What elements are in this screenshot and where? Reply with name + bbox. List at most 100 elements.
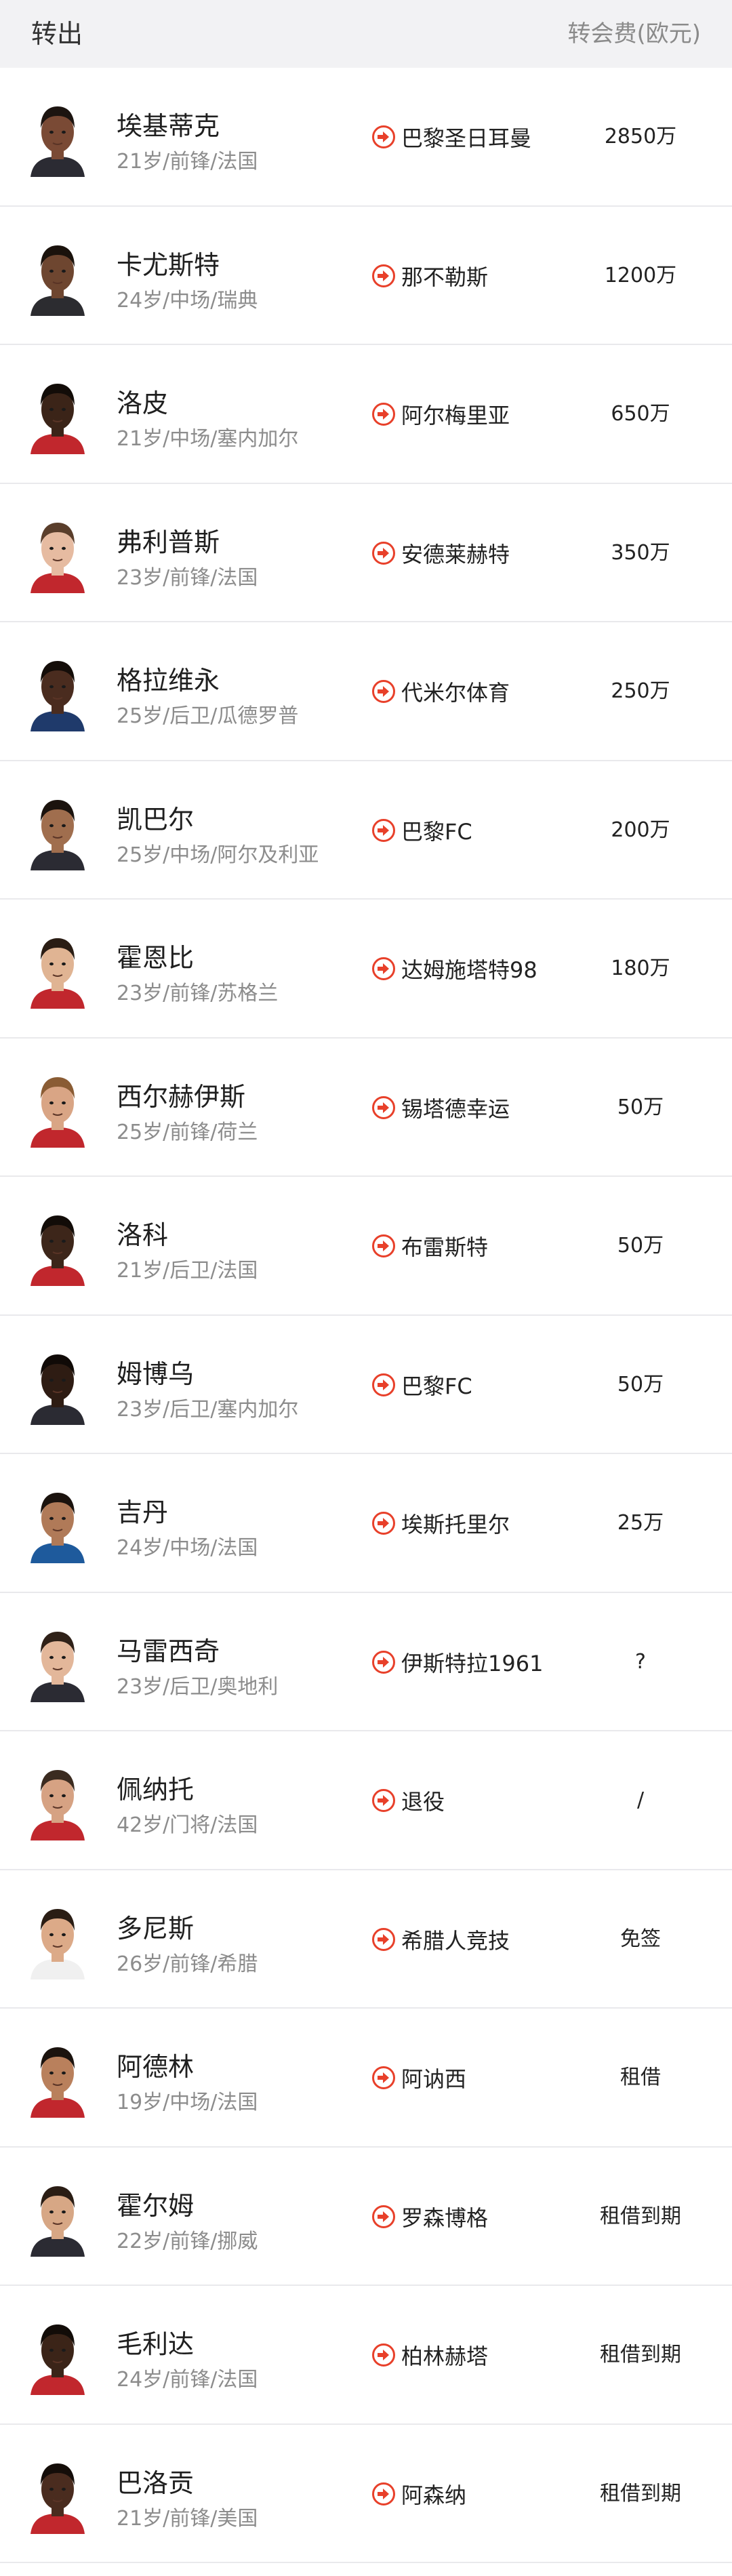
- player-info: 23岁/后卫/塞内加尔: [117, 1397, 299, 1422]
- transfer-fee: 50万: [617, 1095, 664, 1119]
- player-info: 21岁/中场/塞内加尔: [117, 427, 299, 451]
- player-info: 22岁/前锋/挪威: [117, 2229, 258, 2253]
- list-item[interactable]: 洛科 21岁/后卫/法国 布雷斯特 50万: [0, 1177, 732, 1316]
- destination-club[interactable]: 达姆施塔特98: [371, 900, 537, 1038]
- page-title: 转出: [31, 19, 83, 49]
- destination-club-name: 那不勒斯: [401, 264, 489, 290]
- transfer-fee: 350万: [611, 540, 670, 565]
- destination-club[interactable]: 安德莱赫特: [371, 484, 510, 622]
- arrow-right-circle-icon: [371, 264, 396, 288]
- player-info: 25岁/中场/阿尔及利亚: [117, 843, 319, 867]
- player-name: 吉丹: [117, 1497, 169, 1527]
- destination-club[interactable]: 巴黎FC: [371, 1316, 472, 1454]
- player-avatar: [27, 97, 88, 177]
- destination-club[interactable]: 伊斯特拉1961: [371, 1593, 543, 1731]
- player-avatar: [27, 1345, 88, 1425]
- transfer-fee: 租借到期: [600, 2204, 681, 2228]
- destination-club-name: 柏林赫塔: [401, 2343, 489, 2369]
- player-avatar: [27, 790, 88, 870]
- transfer-fee: 免签: [620, 1927, 661, 1951]
- player-name: 霍恩比: [117, 943, 195, 973]
- transfer-fee: 租借到期: [600, 2343, 681, 2367]
- list-item[interactable]: 霍尔姆 22岁/前锋/挪威 罗森博格 租借到期: [0, 2148, 732, 2286]
- list-item[interactable]: 吉丹 24岁/中场/法国 埃斯托里尔 25万: [0, 1454, 732, 1593]
- list-item[interactable]: 马雷西奇 23岁/后卫/奥地利 伊斯特拉1961?: [0, 1593, 732, 1731]
- list-item[interactable]: 卡尤斯特 24岁/中场/瑞典 那不勒斯 1200万: [0, 207, 732, 345]
- player-name: 佩纳托: [117, 1775, 195, 1805]
- destination-club[interactable]: 柏林赫塔: [371, 2286, 488, 2424]
- destination-club[interactable]: 锡塔德幸运: [371, 1039, 510, 1177]
- destination-club[interactable]: 巴黎FC: [371, 761, 472, 900]
- destination-club[interactable]: 阿尔梅里亚: [371, 345, 510, 483]
- player-avatar: [27, 2315, 88, 2395]
- destination-club-name: 安德莱赫特: [401, 541, 510, 567]
- list-item[interactable]: 毛利达 24岁/前锋/法国 柏林赫塔 租借到期: [0, 2286, 732, 2425]
- destination-club[interactable]: 代米尔体育: [371, 622, 510, 761]
- destination-club-name: 代米尔体育: [401, 680, 510, 706]
- destination-club[interactable]: 罗森博格: [371, 2148, 488, 2286]
- destination-club-name: 达姆施塔特98: [401, 957, 537, 983]
- player-name: 姆博乌: [117, 1359, 195, 1389]
- player-info: 42岁/门将/法国: [117, 1813, 258, 1837]
- player-name: 毛利达: [117, 2329, 195, 2359]
- arrow-right-circle-icon: [371, 679, 396, 704]
- player-name: 洛皮: [117, 388, 169, 418]
- player-name: 埃基蒂克: [117, 111, 220, 141]
- destination-club[interactable]: 阿森纳: [371, 2425, 466, 2563]
- transfer-fee: 1200万: [604, 263, 677, 287]
- destination-club-name: 阿森纳: [401, 2482, 467, 2508]
- list-item[interactable]: 格拉维永 25岁/后卫/瓜德罗普 代米尔体育 250万: [0, 622, 732, 761]
- destination-club[interactable]: 布雷斯特: [371, 1177, 488, 1315]
- destination-club-name: 锡塔德幸运: [401, 1095, 510, 1122]
- arrow-right-circle-icon: [371, 2205, 396, 2229]
- player-info: 19岁/中场/法国: [117, 2091, 258, 2114]
- list-item[interactable]: 姆博乌 23岁/后卫/塞内加尔 巴黎FC 50万: [0, 1316, 732, 1454]
- list-item[interactable]: 西尔赫伊斯 25岁/前锋/荷兰 锡塔德幸运 50万: [0, 1039, 732, 1177]
- list-item[interactable]: 霍恩比 23岁/前锋/苏格兰 达姆施塔特98 180万: [0, 900, 732, 1039]
- player-info: 23岁/前锋/苏格兰: [117, 982, 279, 1005]
- player-info: 24岁/中场/法国: [117, 1536, 258, 1560]
- player-info: 24岁/中场/瑞典: [117, 288, 258, 313]
- arrow-right-circle-icon: [371, 402, 396, 426]
- arrow-right-circle-icon: [371, 2066, 396, 2090]
- list-item[interactable]: 弗利普斯 23岁/前锋/法国 安德莱赫特 350万: [0, 484, 732, 622]
- player-avatar: [27, 651, 88, 731]
- player-info: 25岁/前锋/荷兰: [117, 1120, 258, 1144]
- player-name: 洛科: [117, 1220, 169, 1250]
- transfer-fee: ?: [635, 1649, 646, 1674]
- player-avatar: [27, 2177, 88, 2257]
- transfer-fee: 180万: [611, 957, 670, 980]
- destination-club[interactable]: 退役: [371, 1731, 445, 1870]
- arrow-right-circle-icon: [371, 125, 396, 149]
- destination-club-name: 巴黎FC: [401, 1373, 472, 1399]
- destination-club-name: 巴黎圣日耳曼: [401, 125, 532, 151]
- player-avatar: [27, 1206, 88, 1286]
- list-item[interactable]: 阿德林 19岁/中场/法国 阿讷西 租借: [0, 2009, 732, 2148]
- destination-club[interactable]: 希腊人竞技: [371, 1870, 510, 2009]
- player-name: 格拉维永: [117, 666, 220, 696]
- player-info: 26岁/前锋/希腊: [117, 1952, 258, 1976]
- destination-club-name: 退役: [401, 1789, 445, 1815]
- player-avatar: [27, 2454, 88, 2534]
- list-item[interactable]: 巴洛贡 21岁/前锋/美国 阿森纳 租借到期: [0, 2425, 732, 2563]
- list-item[interactable]: 洛皮 21岁/中场/塞内加尔 阿尔梅里亚 650万: [0, 345, 732, 484]
- transfer-fee: 50万: [617, 1234, 664, 1257]
- arrow-right-circle-icon: [371, 1234, 396, 1258]
- player-info: 24岁/前锋/法国: [117, 2368, 258, 2392]
- list-item[interactable]: 多尼斯 26岁/前锋/希腊 希腊人竞技 免签: [0, 1870, 732, 2009]
- list-item[interactable]: 凯巴尔 25岁/中场/阿尔及利亚 巴黎FC 200万: [0, 761, 732, 900]
- transfer-fee: 650万: [611, 402, 670, 426]
- player-name: 弗利普斯: [117, 527, 220, 557]
- destination-club[interactable]: 埃斯托里尔: [371, 1454, 510, 1592]
- list-item[interactable]: 佩纳托 42岁/门将/法国 退役 /: [0, 1731, 732, 1870]
- destination-club-name: 罗森博格: [401, 2205, 489, 2231]
- player-avatar: [27, 2038, 88, 2118]
- list-item[interactable]: 埃基蒂克 21岁/前锋/法国 巴黎圣日耳曼 2850万: [0, 68, 732, 207]
- transfer-fee: 200万: [611, 818, 670, 842]
- player-info: 23岁/前锋/法国: [117, 565, 258, 590]
- destination-club[interactable]: 那不勒斯: [371, 207, 488, 345]
- arrow-right-circle-icon: [371, 1511, 396, 1535]
- destination-club[interactable]: 巴黎圣日耳曼: [371, 68, 531, 206]
- player-name: 霍尔姆: [117, 2190, 195, 2221]
- destination-club[interactable]: 阿讷西: [371, 2009, 466, 2147]
